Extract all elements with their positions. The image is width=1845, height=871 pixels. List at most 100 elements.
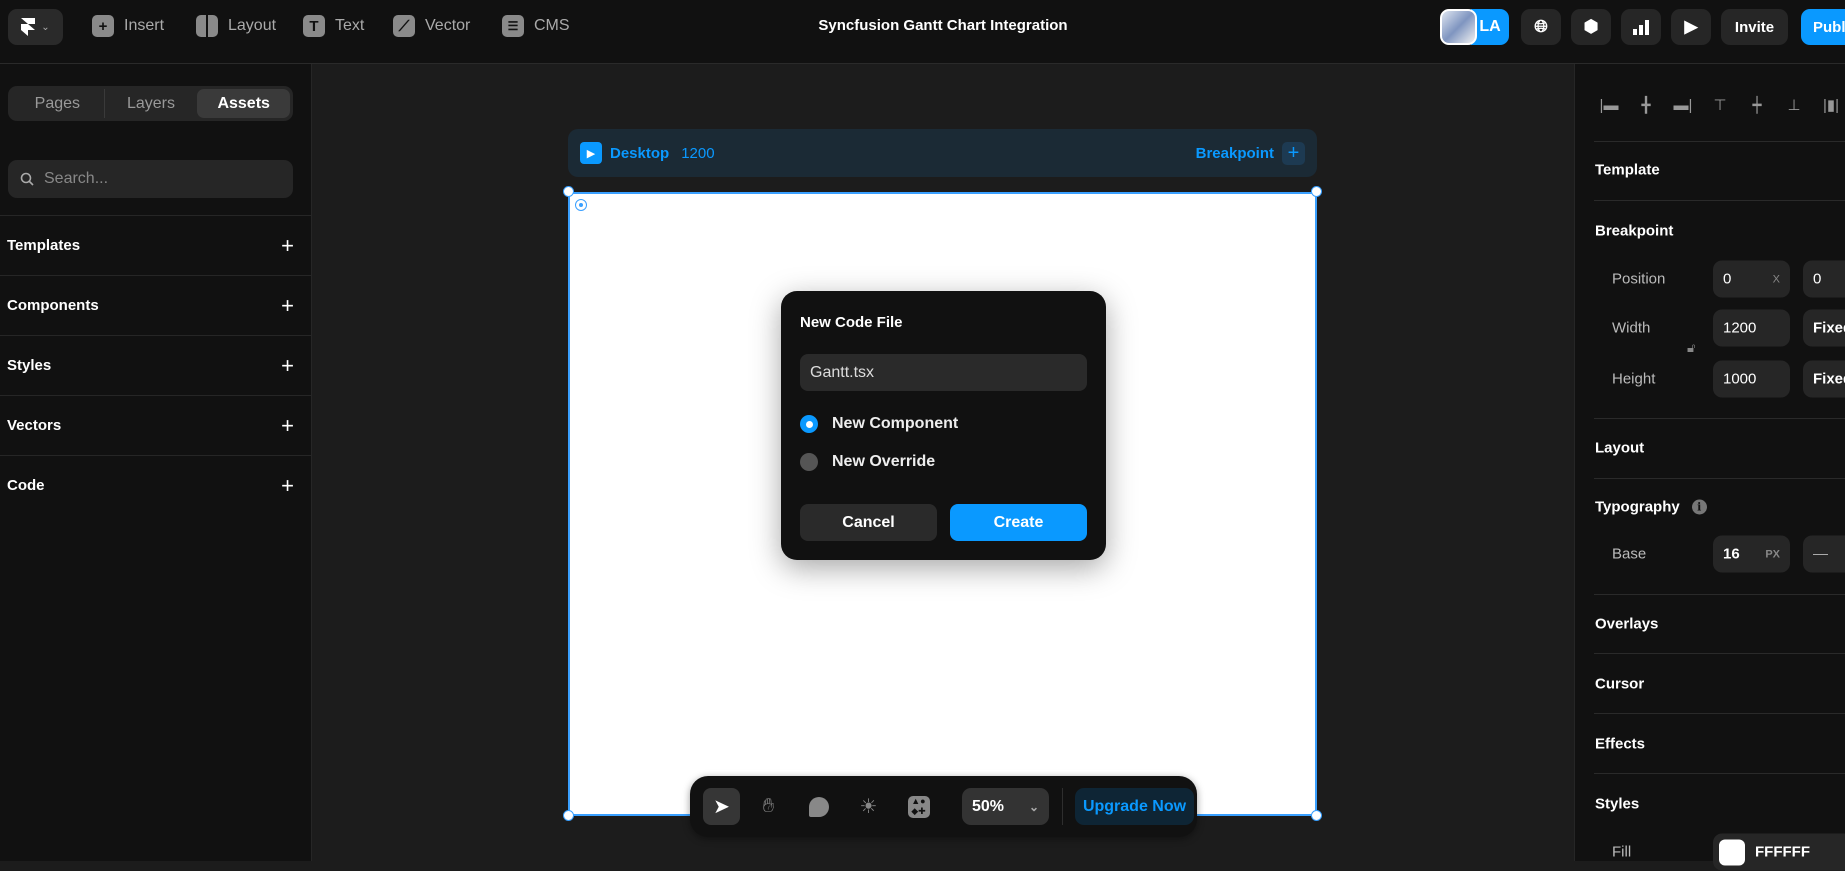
info-icon[interactable]: i <box>1691 499 1707 515</box>
section-components[interactable]: Components + <box>0 275 312 335</box>
styles-heading[interactable]: Styles <box>1595 796 1639 813</box>
play-icon[interactable]: ▶ <box>580 142 602 164</box>
zoom-select[interactable]: 50% ⌄ <box>962 788 1049 825</box>
height-mode-select[interactable]: Fixed <box>1803 360 1845 398</box>
breakpoint-heading: Breakpoint <box>1595 222 1674 240</box>
vector-button[interactable]: ⟋ Vector <box>393 14 470 38</box>
align-bottom-icon[interactable]: ⊥ <box>1783 94 1805 116</box>
comment-icon <box>808 796 829 817</box>
width-mode-select[interactable]: Fixed <box>1803 309 1845 347</box>
position-x-value: 0 <box>1723 270 1732 288</box>
overlays-heading[interactable]: Overlays <box>1595 616 1658 633</box>
preview-button[interactable]: ▶ <box>1671 9 1711 45</box>
cursor-arrow-icon: ➤ <box>713 796 730 818</box>
fill-color-input[interactable]: FFFFFF <box>1713 833 1845 871</box>
filename-value: Gantt.tsx <box>810 363 875 381</box>
plus-square-icon: + <box>92 15 114 37</box>
cancel-button[interactable]: Cancel <box>800 504 937 541</box>
text-button[interactable]: T Text <box>303 14 364 38</box>
layout-label: Layout <box>228 17 277 34</box>
resize-handle-top-right[interactable] <box>1311 186 1322 197</box>
radio-unselected-icon <box>800 453 818 471</box>
analytics-button[interactable] <box>1621 9 1661 45</box>
add-breakpoint-label[interactable]: Breakpoint <box>1196 145 1274 162</box>
avatar-photo <box>1440 9 1477 45</box>
base-stepper[interactable]: — <box>1803 535 1845 573</box>
insert-button[interactable]: + Insert <box>92 14 164 38</box>
radio-selected-icon <box>800 415 818 433</box>
tab-assets[interactable]: Assets <box>197 89 291 118</box>
radio-label: New Component <box>832 415 959 432</box>
components-tool[interactable]: ▲● ◆✚ <box>900 788 937 825</box>
globe-icon: 🌐︎ <box>1534 17 1548 36</box>
section-styles[interactable]: Styles + <box>0 335 312 395</box>
framer-menu-button[interactable]: ⌄ <box>8 9 63 45</box>
project-title[interactable]: Syncfusion Gantt Chart Integration <box>743 17 1143 34</box>
filename-input[interactable]: Gantt.tsx <box>800 354 1087 391</box>
upgrade-now-button[interactable]: Upgrade Now <box>1075 788 1194 825</box>
resize-handle-top-left[interactable] <box>563 186 574 197</box>
radio-label: New Override <box>832 453 936 470</box>
layout-heading[interactable]: Layout <box>1595 440 1644 457</box>
sun-icon: ☀ <box>859 796 878 818</box>
template-heading[interactable]: Template <box>1595 162 1660 179</box>
bar-chart-icon <box>1633 20 1649 35</box>
lock-aspect-icon[interactable]: 🔓︎ <box>1687 340 1695 356</box>
resize-handle-bottom-right[interactable] <box>1311 810 1322 821</box>
minus-icon[interactable]: — <box>1813 546 1828 563</box>
layout-button[interactable]: Layout <box>196 14 276 38</box>
publish-button[interactable]: Publ <box>1801 9 1845 45</box>
fill-value: FFFFFF <box>1755 843 1810 861</box>
section-code[interactable]: Code + <box>0 455 312 515</box>
align-center-horizontal-icon[interactable]: ╋ <box>1635 94 1657 116</box>
position-y-input[interactable]: 0 <box>1803 260 1845 298</box>
create-button[interactable]: Create <box>950 504 1087 541</box>
add-breakpoint-button[interactable]: + <box>1282 141 1305 165</box>
vector-icon: ⟋ <box>393 15 415 37</box>
cms-button[interactable]: ☰ CMS <box>502 14 570 38</box>
hand-tool[interactable]: ✋︎ <box>750 788 787 825</box>
globe-button[interactable]: 🌐︎ <box>1521 9 1561 45</box>
fill-swatch[interactable] <box>1719 839 1745 865</box>
tab-layers[interactable]: Layers <box>105 89 198 118</box>
height-input[interactable]: 1000 <box>1713 360 1790 398</box>
align-right-icon[interactable]: ▬| <box>1672 94 1694 116</box>
align-top-icon[interactable]: ⊤ <box>1709 94 1731 116</box>
breakpoint-name[interactable]: Desktop <box>610 145 669 162</box>
base-label: Base <box>1612 545 1647 563</box>
hand-icon: ✋︎ <box>762 795 775 817</box>
plus-icon[interactable]: + <box>281 473 294 499</box>
select-tool[interactable]: ➤ <box>703 788 740 825</box>
resize-handle-bottom-left[interactable] <box>563 810 574 821</box>
target-icon <box>575 199 587 211</box>
align-left-icon[interactable]: |▬ <box>1598 94 1620 116</box>
framer-logo-icon <box>21 18 36 36</box>
base-font-size-input[interactable]: 16 PX <box>1713 535 1790 573</box>
width-input[interactable]: 1200 <box>1713 309 1790 347</box>
effects-heading[interactable]: Effects <box>1595 736 1645 753</box>
align-center-vertical-icon[interactable]: ┿ <box>1746 94 1768 116</box>
vector-label: Vector <box>425 17 471 34</box>
database-icon: ☰ <box>502 15 524 37</box>
theme-toggle[interactable]: ☀ <box>850 788 887 825</box>
plugins-button[interactable]: ⬢ <box>1571 9 1611 45</box>
invite-button[interactable]: Invite <box>1721 9 1788 45</box>
radio-new-override[interactable]: New Override <box>800 453 935 471</box>
search-input[interactable]: Search... <box>8 160 293 198</box>
section-templates[interactable]: Templates + <box>0 215 312 275</box>
plus-icon[interactable]: + <box>281 233 294 259</box>
section-label: Styles <box>7 357 52 374</box>
typography-label: Typography <box>1595 498 1680 516</box>
comment-tool[interactable] <box>800 788 837 825</box>
cursor-heading[interactable]: Cursor <box>1595 676 1644 693</box>
plus-icon[interactable]: + <box>281 353 294 379</box>
user-avatar[interactable]: LA <box>1440 9 1510 45</box>
distribute-icon[interactable]: |▮| <box>1820 94 1842 116</box>
section-vectors[interactable]: Vectors + <box>0 395 312 455</box>
tab-pages[interactable]: Pages <box>11 89 105 118</box>
position-label: Position <box>1612 270 1666 288</box>
position-x-input[interactable]: 0X <box>1713 260 1790 298</box>
plus-icon[interactable]: + <box>281 413 294 439</box>
radio-new-component[interactable]: New Component <box>800 415 958 433</box>
plus-icon[interactable]: + <box>281 293 294 319</box>
